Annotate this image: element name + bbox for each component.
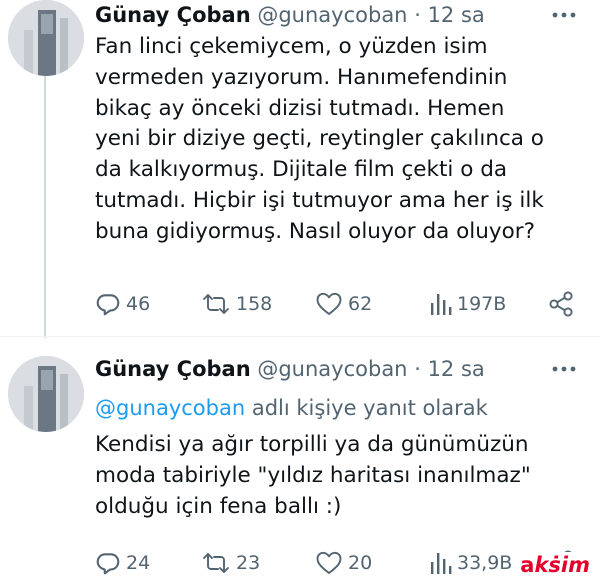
tweet-2[interactable]: Günay Çoban @gunaycoban · 12 sa @gunayco… bbox=[0, 338, 600, 586]
header-separator: · bbox=[414, 357, 421, 381]
reply-icon bbox=[95, 291, 121, 317]
tweet-text: Kendisi ya ağır torpilli ya da günümüzün… bbox=[95, 432, 531, 519]
heart-icon bbox=[315, 550, 343, 576]
more-icon[interactable] bbox=[550, 0, 578, 30]
reply-button[interactable]: 46 bbox=[95, 287, 150, 321]
tweet-header: Günay Çoban @gunaycoban · 12 sa bbox=[95, 0, 485, 30]
share-button[interactable] bbox=[547, 287, 575, 321]
action-bar: 24 23 20 33,9B bbox=[95, 546, 575, 580]
watermark-part-1: a bbox=[520, 553, 535, 577]
tweet-1[interactable]: Günay Çoban @gunaycoban · 12 sa Fan linc… bbox=[0, 0, 600, 338]
like-count: 20 bbox=[348, 552, 373, 574]
reply-count: 46 bbox=[126, 293, 151, 315]
thread-line bbox=[44, 76, 46, 338]
retweet-button[interactable]: 23 bbox=[201, 546, 260, 580]
reply-button[interactable]: 24 bbox=[95, 546, 150, 580]
tweet-header: Günay Çoban @gunaycoban · 12 sa bbox=[95, 354, 485, 384]
views-button[interactable]: 33,9B bbox=[428, 546, 512, 580]
more-icon[interactable] bbox=[550, 354, 578, 384]
views-count: 33,9B bbox=[457, 552, 513, 574]
author-name[interactable]: Günay Çoban bbox=[95, 3, 251, 27]
views-icon bbox=[428, 550, 452, 576]
retweet-count: 158 bbox=[236, 293, 273, 315]
watermark-logo: akṡim bbox=[516, 552, 594, 578]
header-separator: · bbox=[414, 3, 421, 27]
tweet-divider bbox=[0, 336, 600, 337]
reply-icon bbox=[95, 550, 121, 576]
watermark-part-2: kṡim bbox=[534, 553, 590, 577]
like-button[interactable]: 62 bbox=[315, 287, 372, 321]
reply-to-handle-link[interactable]: @gunaycoban bbox=[95, 396, 245, 420]
tweet-time[interactable]: 12 sa bbox=[428, 357, 485, 381]
author-handle[interactable]: @gunaycoban bbox=[257, 357, 407, 381]
views-icon bbox=[428, 291, 452, 317]
author-name[interactable]: Günay Çoban bbox=[95, 357, 251, 381]
avatar[interactable] bbox=[8, 0, 84, 76]
avatar[interactable] bbox=[8, 356, 84, 432]
reply-count: 24 bbox=[126, 552, 151, 574]
reply-to-label: adlı kişiye yanıt olarak bbox=[251, 396, 488, 420]
author-handle[interactable]: @gunaycoban bbox=[257, 3, 407, 27]
like-button[interactable]: 20 bbox=[315, 546, 372, 580]
like-count: 62 bbox=[348, 293, 373, 315]
reply-context: @gunaycoban adlı kişiye yanıt olarak bbox=[95, 393, 488, 423]
tweet-time[interactable]: 12 sa bbox=[428, 3, 485, 27]
action-bar: 46 158 62 197B bbox=[95, 287, 575, 321]
retweet-icon bbox=[201, 291, 231, 317]
retweet-icon bbox=[201, 550, 231, 576]
tweet-text: Fan linci çekemiycem, o yüzden isim verm… bbox=[95, 34, 544, 244]
views-button[interactable]: 197B bbox=[428, 287, 506, 321]
retweet-count: 23 bbox=[236, 552, 261, 574]
retweet-button[interactable]: 158 bbox=[201, 287, 272, 321]
views-count: 197B bbox=[457, 293, 507, 315]
share-icon bbox=[547, 290, 575, 318]
heart-icon bbox=[315, 291, 343, 317]
